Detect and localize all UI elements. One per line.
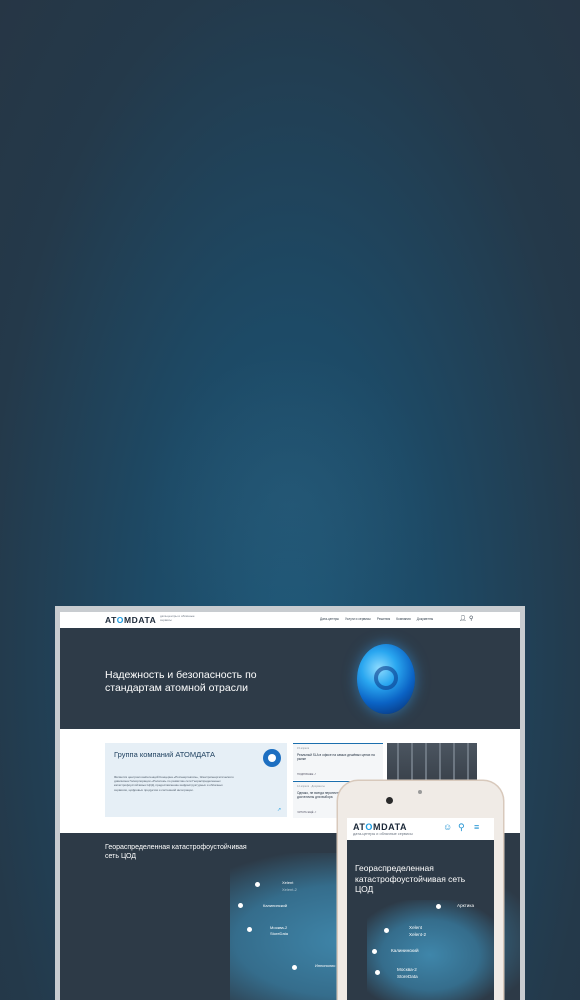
nav-item-services[interactable]: Услуги и сервисы (345, 617, 371, 621)
menu-icon[interactable]: ≡ (474, 823, 479, 832)
server-rack (397, 743, 399, 785)
mobile-logo[interactable]: ATOMDATA (353, 822, 407, 832)
atom-orb-image (357, 644, 415, 714)
news-text: Реальный SLA в офисе на самых дешёвых це… (297, 753, 375, 762)
logo-text-end: MDATA (123, 615, 157, 625)
logo-tagline: дата-центры и облачные сервисы (160, 614, 195, 622)
hero-title: Надежность и безопасность по стандартам … (105, 669, 257, 694)
hero-banner: Надежность и безопасность по стандартам … (60, 628, 520, 729)
map-label: Калининский (391, 948, 419, 953)
map-label: Калининский (263, 903, 287, 908)
server-rack (425, 743, 427, 785)
server-rack (467, 743, 469, 785)
map-pin[interactable] (292, 965, 297, 970)
arrow-icon[interactable]: ↗ (277, 807, 281, 813)
map-label: Москва-2 (397, 967, 417, 972)
server-rack (411, 743, 413, 785)
logo-text-start: AT (105, 615, 117, 625)
mobile-header: ATOMDATA дата-центры и облачные сервисы … (347, 818, 494, 840)
nav-item-company[interactable]: Компания (396, 617, 411, 621)
phone-screen: ATOMDATA дата-центры и облачные сервисы … (347, 818, 494, 1000)
nav-item-solutions[interactable]: Решения (377, 617, 390, 621)
logo-o: O (365, 822, 373, 832)
map-pin[interactable] (375, 970, 380, 975)
server-rack (439, 743, 441, 785)
map-sublabel: Xelent-2 (282, 887, 297, 892)
user-icon[interactable]: ☺ (443, 823, 452, 832)
background-glow (130, 360, 450, 640)
phone-mockup: ATOMDATA дата-центры и облачные сервисы … (338, 781, 503, 1000)
map-pin[interactable] (372, 949, 377, 954)
map-label: Xelent-2 (409, 932, 427, 937)
mobile-network-map (367, 900, 494, 1000)
server-rack (453, 743, 455, 785)
mobile-geo-title: Георaспределенная катастрофоустойчивая с… (355, 863, 466, 894)
logo-text-end: MDATA (372, 822, 408, 832)
map-sublabel: StoreData (270, 931, 289, 936)
mobile-tagline: дата-центры и облачные сервисы (353, 832, 413, 836)
news-card[interactable]: 15 апреля Реальный SLA в офисе на самых … (293, 743, 383, 780)
map-pin[interactable] (238, 903, 243, 908)
group-card[interactable]: Группа компаний АТОМДАТА Является центро… (105, 743, 287, 817)
nav-item-documents[interactable]: Документы (417, 617, 433, 621)
map-pin[interactable] (436, 904, 441, 909)
map-label: Xelent (282, 880, 294, 885)
nav-item-data-centers[interactable]: Дата-центры (320, 617, 339, 621)
rosatom-logo-icon (263, 749, 281, 767)
logo-text-start: AT (353, 822, 366, 832)
news-more-link[interactable]: ПОДРОБНЕЕ ↗ (297, 773, 316, 776)
search-icon[interactable]: ⚲ (469, 616, 473, 622)
group-title: Группа компаний АТОМДАТА (114, 750, 215, 759)
logo[interactable]: ATOMDATA (105, 615, 156, 625)
map-pin[interactable] (384, 928, 389, 933)
map-label: Xelent (409, 925, 423, 930)
news-date: 15 апреля (297, 747, 310, 750)
user-icon[interactable]: 👤︎ (459, 616, 467, 622)
speaker-icon (418, 790, 422, 794)
orb-ring (374, 666, 398, 690)
map-label: Москва-2 (270, 925, 288, 930)
map-label: StoreData (397, 974, 418, 979)
map-pin[interactable] (255, 882, 260, 887)
search-icon[interactable]: ⚲ (458, 823, 465, 832)
desktop-header: ATOMDATA дата-центры и облачные сервисы … (60, 612, 520, 629)
map-pin[interactable] (247, 927, 252, 932)
camera-icon (386, 797, 393, 804)
group-text: Является центром компетенций Концерна «Р… (114, 775, 234, 792)
main-nav: Дата-центры Услуги и сервисы Решения Ком… (320, 617, 433, 621)
news-date: 12 апреля · Документы (297, 785, 325, 788)
map-label: Иннополис (315, 963, 336, 968)
map-label: Арктика (457, 903, 475, 908)
logo-o: O (116, 615, 124, 625)
mobile-geo-section: Георaспределенная катастрофоустойчивая с… (347, 840, 494, 1000)
news-more-link[interactable]: ЧИТАТЬ ЕЩЁ ↗ (297, 811, 316, 814)
